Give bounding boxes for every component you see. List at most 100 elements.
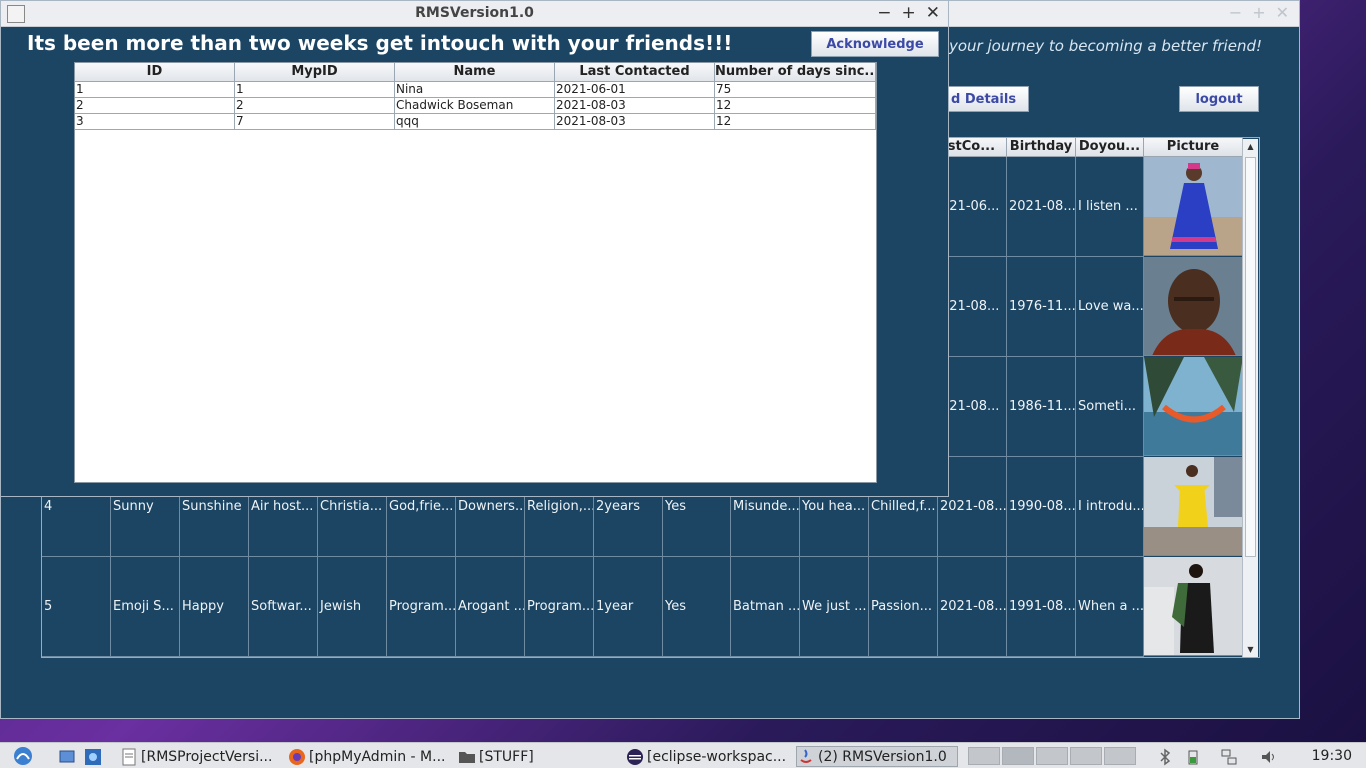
workspace-5[interactable] — [1104, 747, 1136, 765]
table-cell[interactable]: 75 — [715, 82, 876, 98]
battery-icon[interactable] — [1184, 746, 1204, 767]
taskbar-item-phpmyadmin[interactable]: [phpMyAdmin - M... — [288, 746, 450, 767]
table-cell[interactable]: Emoji S... — [111, 557, 180, 657]
table-cell[interactable]: 5 — [42, 557, 111, 657]
start-menu-button[interactable] — [8, 745, 38, 767]
friend-photo — [1144, 257, 1243, 356]
table-cell[interactable]: 2021-08-03 — [555, 98, 715, 114]
column-header-days-since[interactable]: Number of days sinc... — [715, 63, 876, 82]
dialog-title: RMSVersion1.0 — [415, 5, 534, 21]
table-cell[interactable]: 2 — [235, 98, 395, 114]
scrollbar-thumb[interactable] — [1245, 157, 1256, 557]
workspace-switcher[interactable] — [968, 747, 1136, 765]
table-cell[interactable]: Happy — [180, 557, 249, 657]
table-cell[interactable]: 2021-06-01 — [555, 82, 715, 98]
table-cell[interactable]: 1986-11... — [1007, 357, 1076, 457]
eclipse-icon — [627, 748, 643, 765]
table-cell[interactable]: 021-06... — [939, 157, 1007, 257]
table-cell[interactable]: 1 — [75, 82, 235, 98]
table-cell[interactable]: 3 — [75, 114, 235, 130]
column-header-doyou[interactable]: Doyou... — [1076, 138, 1144, 157]
firefox-icon — [289, 748, 305, 765]
table-cell[interactable]: 021-08... — [939, 257, 1007, 357]
table-cell[interactable]: 12 — [715, 114, 876, 130]
tagline: your journey to becoming a better friend… — [949, 37, 1262, 55]
add-details-button[interactable]: d Details — [939, 86, 1029, 112]
table-cell[interactable]: Softwar... — [249, 557, 318, 657]
table-cell[interactable]: Someti... — [1076, 357, 1144, 457]
workspace-1[interactable] — [968, 747, 1000, 765]
app-launcher-icon[interactable] — [84, 746, 108, 767]
table-cell[interactable]: 1990-08... — [1007, 457, 1076, 557]
taskbar-item-rmsversion[interactable]: (2) RMSVersion1.0 — [796, 746, 958, 767]
volume-icon[interactable] — [1260, 746, 1282, 767]
logout-button[interactable]: logout — [1179, 86, 1259, 112]
friend-photo — [1144, 357, 1243, 456]
workspace-4[interactable] — [1070, 747, 1102, 765]
friend-photo — [1144, 157, 1243, 256]
table-cell[interactable]: Love wa... — [1076, 257, 1144, 357]
column-header-id[interactable]: ID — [75, 63, 235, 82]
taskbar-item-stuff[interactable]: [STUFF] — [458, 746, 618, 767]
table-cell[interactable]: 021-08... — [939, 357, 1007, 457]
taskbar-item-eclipse[interactable]: [eclipse-workspac... — [626, 746, 790, 767]
close-icon[interactable]: ✕ — [926, 3, 940, 23]
java-icon — [800, 748, 812, 763]
table-cell[interactable]: 2021-08-03 — [555, 114, 715, 130]
folder-icon — [459, 751, 475, 763]
table-cell[interactable]: qqq — [395, 114, 555, 130]
column-header-lastcontacted[interactable]: astCo... — [939, 138, 1007, 157]
table-cell[interactable]: I introdu... — [1076, 457, 1144, 557]
table-cell[interactable]: 1991-08... — [1007, 557, 1076, 657]
table-cell[interactable]: Jewish — [318, 557, 387, 657]
table-cell[interactable]: When a ... — [1076, 557, 1144, 657]
workspace-2[interactable] — [1002, 747, 1034, 765]
table-cell[interactable]: 2021-08... — [938, 557, 1007, 657]
column-header-last-contacted[interactable]: Last Contacted — [555, 63, 715, 82]
dialog-titlebar: RMSVersion1.0 − + ✕ — [1, 1, 948, 27]
table-cell[interactable]: 1976-11... — [1007, 257, 1076, 357]
network-icon[interactable] — [1220, 746, 1242, 767]
maximize-icon[interactable]: + — [1252, 3, 1265, 22]
taskbar-item-rmsproject[interactable]: [RMSProjectVersi... — [120, 746, 280, 767]
clock[interactable]: 19:30 — [1312, 748, 1352, 764]
column-header-mypid[interactable]: MypID — [235, 63, 395, 82]
acknowledge-button[interactable]: Acknowledge — [811, 31, 939, 57]
table-scrollbar[interactable]: ▲ ▼ — [1242, 139, 1258, 657]
table-cell[interactable]: Chadwick Boseman — [395, 98, 555, 114]
scroll-down-icon[interactable]: ▼ — [1243, 642, 1258, 657]
bluetooth-icon[interactable] — [1156, 746, 1174, 767]
table-cell[interactable]: 7 — [235, 114, 395, 130]
document-icon — [122, 748, 136, 765]
maximize-icon[interactable]: + — [902, 3, 916, 23]
table-cell[interactable]: Program... — [387, 557, 456, 657]
column-header-birthday[interactable]: Birthday — [1007, 138, 1076, 157]
close-icon[interactable]: ✕ — [1276, 3, 1289, 22]
table-cell[interactable]: Yes — [663, 557, 731, 657]
table-cell[interactable]: 2021-08... — [1007, 157, 1076, 257]
table-cell[interactable]: 2 — [75, 98, 235, 114]
column-header-picture[interactable]: Picture — [1144, 138, 1243, 157]
table-cell[interactable]: Arogant ... — [456, 557, 525, 657]
overdue-friends-table[interactable]: ID MypID Name Last Contacted Number of d… — [74, 62, 877, 483]
minimize-icon[interactable]: − — [877, 3, 891, 23]
table-cell[interactable]: Nina — [395, 82, 555, 98]
table-cell[interactable]: Passion... — [869, 557, 938, 657]
friend-photo — [1144, 557, 1243, 656]
taskbar: [RMSProjectVersi... [phpMyAdmin - M... [… — [0, 742, 1366, 768]
reminder-dialog: RMSVersion1.0 − + ✕ Its been more than t… — [0, 0, 949, 497]
table-cell[interactable]: I listen ... — [1076, 157, 1144, 257]
workspace-3[interactable] — [1036, 747, 1068, 765]
table-cell[interactable]: Batman ... — [731, 557, 800, 657]
column-header-name[interactable]: Name — [395, 63, 555, 82]
friend-photo — [1144, 457, 1243, 556]
table-cell[interactable]: Program... — [525, 557, 594, 657]
scroll-up-icon[interactable]: ▲ — [1243, 139, 1258, 154]
table-cell[interactable]: 1year — [594, 557, 663, 657]
minimize-icon[interactable]: − — [1229, 3, 1242, 22]
show-desktop-icon[interactable] — [58, 746, 80, 767]
table-cell[interactable]: 1 — [235, 82, 395, 98]
table-cell[interactable]: 12 — [715, 98, 876, 114]
dialog-headline: Its been more than two weeks get intouch… — [27, 31, 733, 55]
table-cell[interactable]: We just ... — [800, 557, 869, 657]
